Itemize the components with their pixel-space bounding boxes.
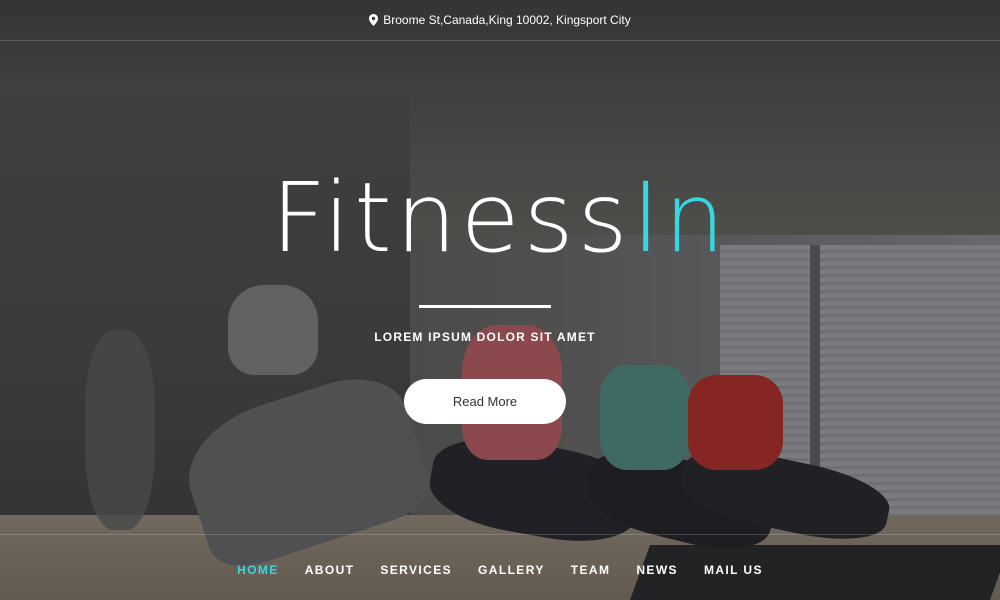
read-more-button[interactable]: Read More [404, 379, 566, 424]
hero-subtitle: LOREM IPSUM DOLOR SIT AMET [374, 330, 596, 344]
nav-item-mail-us[interactable]: MAIL US [704, 563, 763, 577]
dark-overlay [0, 0, 1000, 600]
nav-item-services[interactable]: SERVICES [380, 563, 452, 577]
nav-item-about[interactable]: ABOUT [305, 563, 355, 577]
map-pin-icon [369, 14, 379, 26]
nav-item-home[interactable]: HOME [237, 563, 279, 577]
nav-item-gallery[interactable]: GALLERY [478, 563, 545, 577]
hero-title-accent: In [631, 162, 729, 274]
nav-item-team[interactable]: TEAM [571, 563, 611, 577]
hero-title: FitnessIn [0, 170, 1000, 266]
main-nav: HOME ABOUT SERVICES GALLERY TEAM NEWS MA… [0, 534, 1000, 600]
hero-section: Broome St,Canada,King 10002, Kingsport C… [0, 0, 1000, 600]
title-divider [419, 305, 551, 308]
nav-item-news[interactable]: NEWS [636, 563, 678, 577]
hero-title-main: Fitness [271, 162, 632, 274]
top-address-bar: Broome St,Canada,King 10002, Kingsport C… [0, 0, 1000, 41]
address-text: Broome St,Canada,King 10002, Kingsport C… [383, 13, 631, 27]
